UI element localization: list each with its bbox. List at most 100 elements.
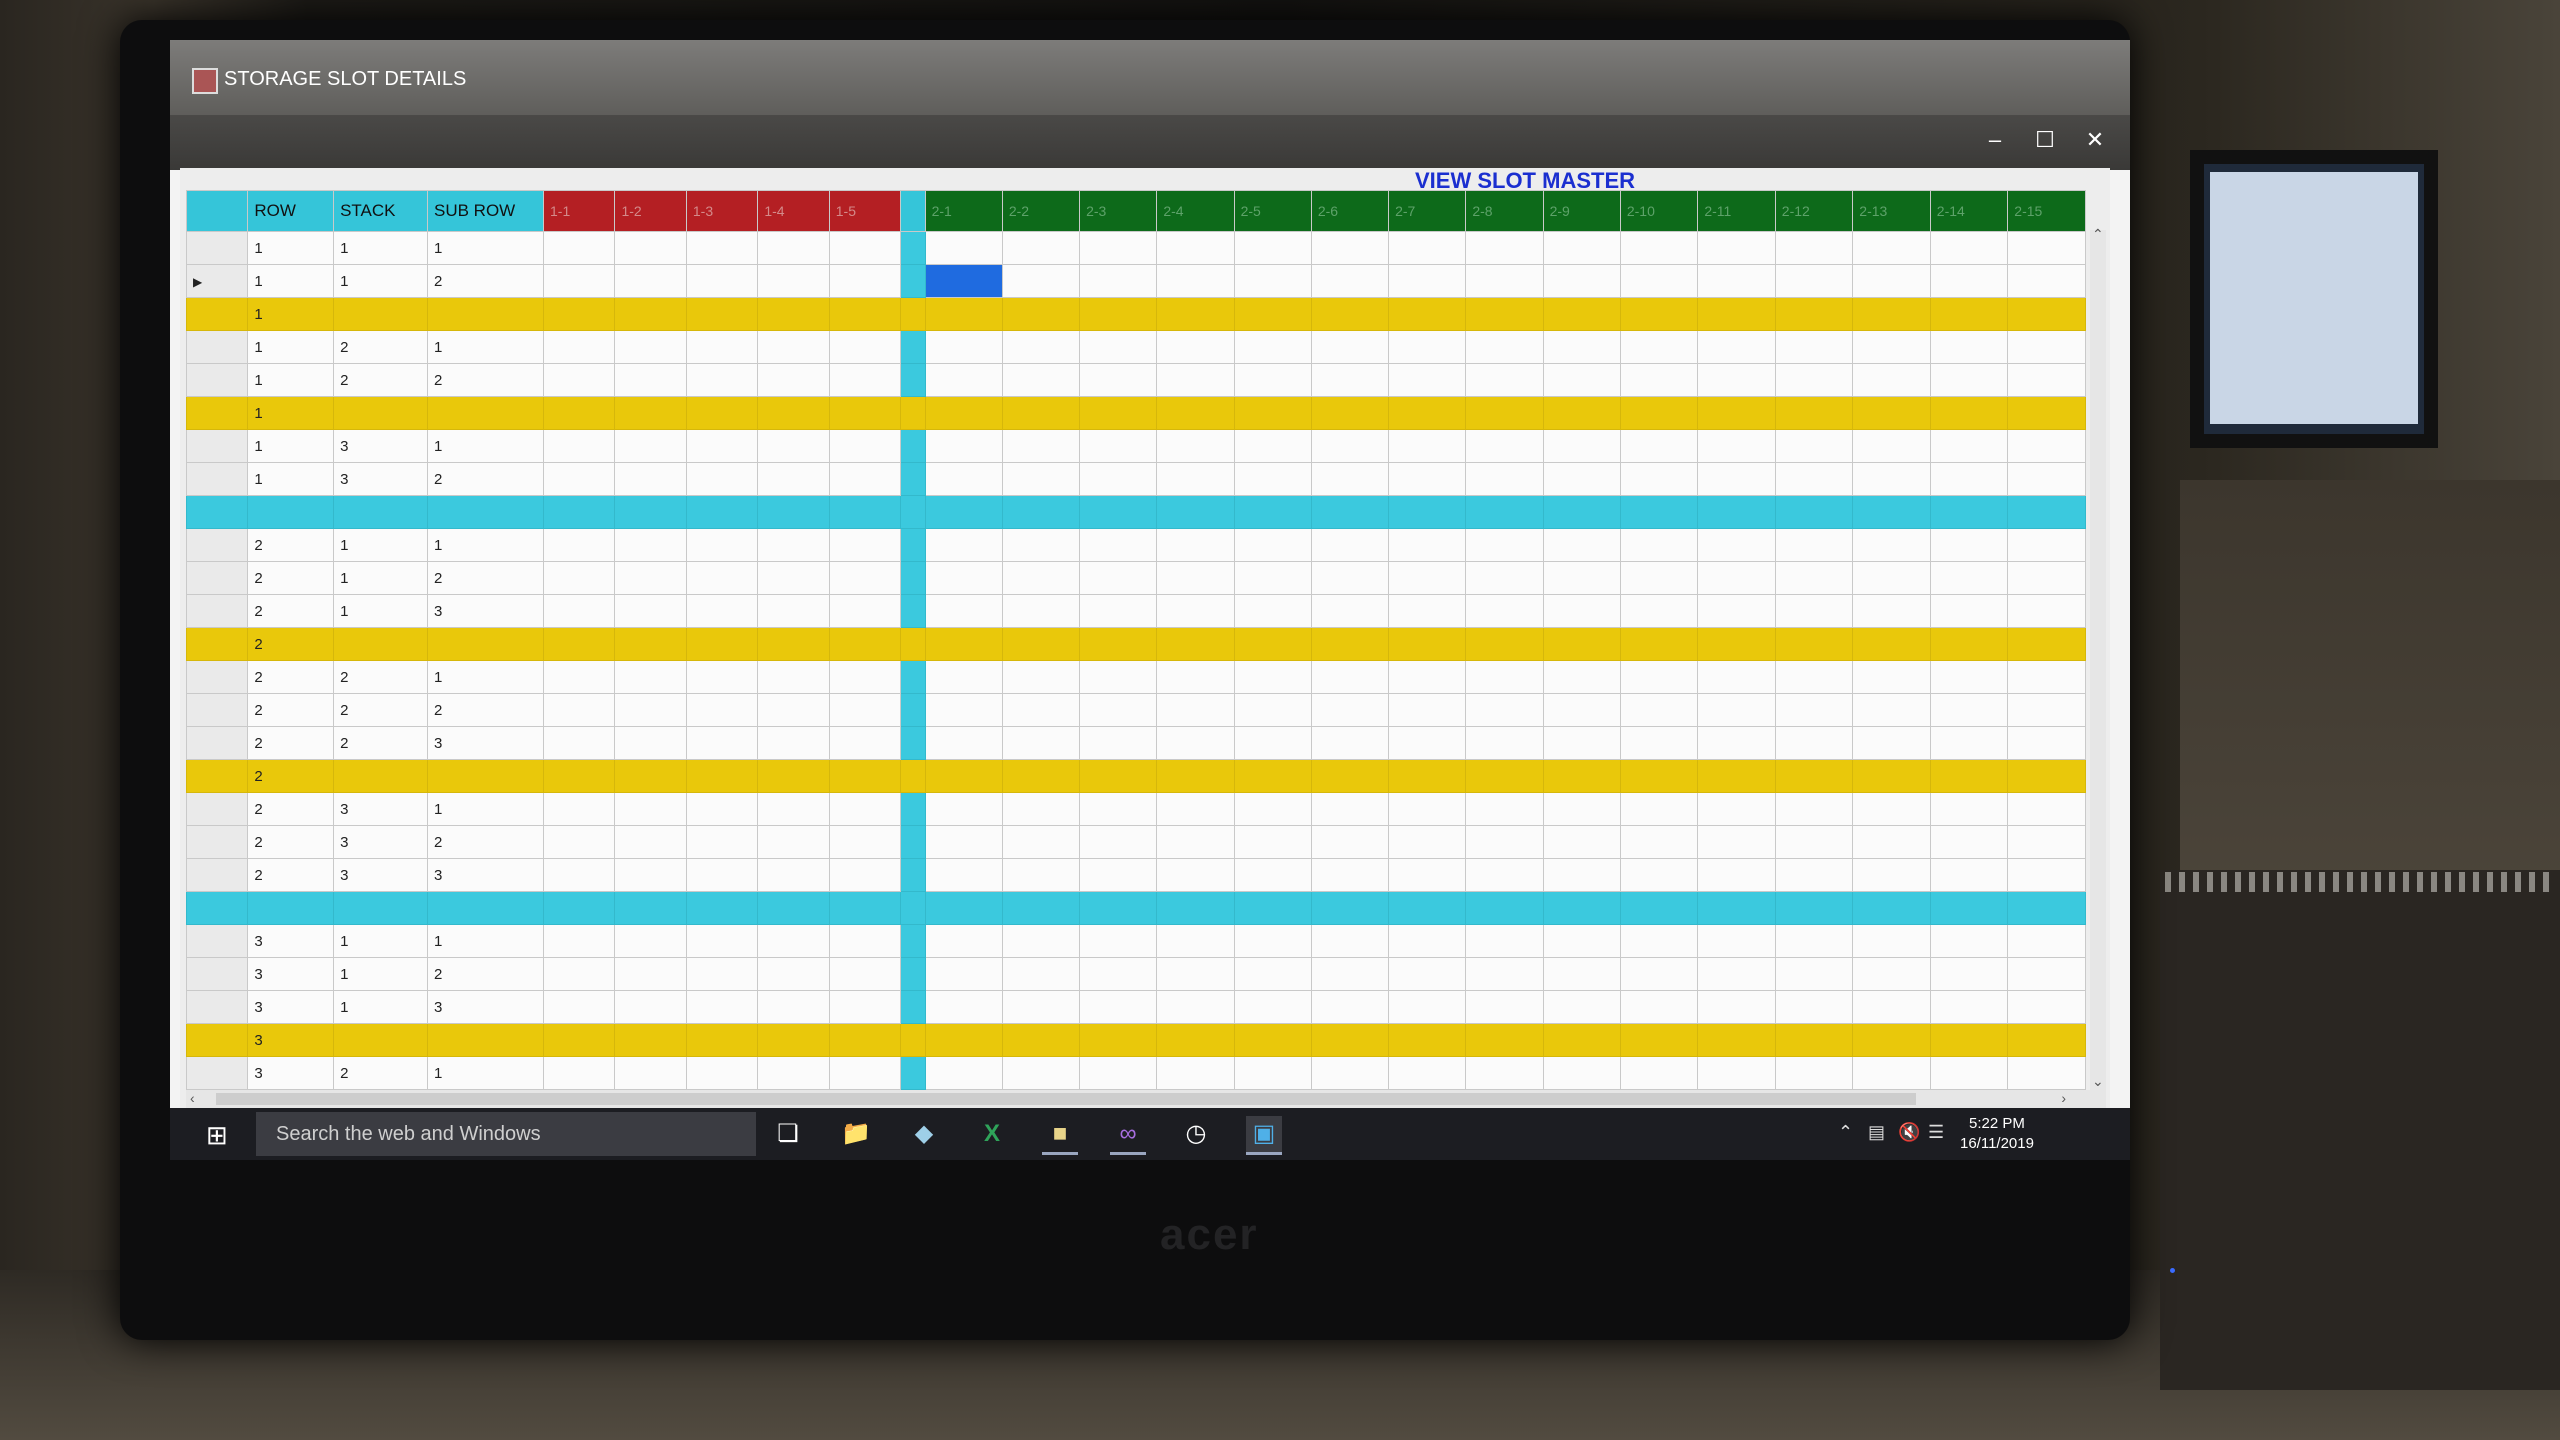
slot-cell[interactable]: [1388, 462, 1467, 496]
table-cell[interactable]: 3: [247, 957, 335, 991]
table-row[interactable]: [186, 495, 2086, 529]
table-cell[interactable]: [426, 1023, 545, 1057]
slot-cell[interactable]: [924, 924, 1003, 958]
slot-cell[interactable]: [1233, 594, 1312, 628]
table-cell[interactable]: 3: [333, 429, 428, 463]
horizontal-scrollbar[interactable]: ‹ ›: [186, 1090, 2106, 1108]
scroll-left-icon[interactable]: ‹: [190, 1090, 195, 1106]
row-selector[interactable]: [186, 693, 249, 727]
separator-cell[interactable]: [900, 495, 926, 529]
row-selector[interactable]: [186, 660, 249, 694]
row-selector[interactable]: [186, 891, 249, 925]
slot-cell[interactable]: [1079, 627, 1158, 661]
scroll-up-icon[interactable]: ⌃: [2092, 226, 2104, 243]
slot-cell[interactable]: [1542, 495, 1621, 529]
slot-cell[interactable]: [828, 891, 902, 925]
slot-cell[interactable]: [1310, 396, 1390, 430]
active-app-icon[interactable]: ▣: [1246, 1116, 1282, 1155]
slot-cell[interactable]: [1388, 396, 1467, 430]
slot-cell[interactable]: [1852, 858, 1931, 892]
slot-cell[interactable]: [1542, 627, 1621, 661]
slot-cell[interactable]: [924, 264, 1003, 298]
slot-cell[interactable]: [1774, 297, 1854, 331]
separator-cell[interactable]: [900, 231, 926, 265]
slot-cell[interactable]: [1697, 528, 1776, 562]
slot-cell[interactable]: [614, 660, 687, 694]
slot-cell[interactable]: [1233, 792, 1312, 826]
close-button[interactable]: ✕: [2070, 120, 2120, 160]
slot-cell[interactable]: [1079, 330, 1158, 364]
separator-cell[interactable]: [900, 594, 926, 628]
slot-cell[interactable]: [1233, 231, 1312, 265]
slot-cell[interactable]: [1233, 561, 1312, 595]
table-cell[interactable]: 2: [247, 759, 335, 793]
slot-cell[interactable]: [685, 330, 759, 364]
slot-cell[interactable]: [1619, 330, 1699, 364]
slot-cell[interactable]: [1619, 528, 1699, 562]
slot-cell[interactable]: [1852, 627, 1931, 661]
slot-cell[interactable]: [1542, 792, 1621, 826]
row-selector[interactable]: [186, 396, 249, 430]
slot-cell[interactable]: [1929, 396, 2009, 430]
table-cell[interactable]: 3: [333, 825, 428, 859]
slot-cell[interactable]: [542, 1023, 616, 1057]
slot-cell[interactable]: [1079, 825, 1158, 859]
slot-cell[interactable]: [614, 528, 687, 562]
slot-cell[interactable]: [2007, 330, 2086, 364]
table-cell[interactable]: 1: [247, 231, 335, 265]
slot-cell[interactable]: [1542, 759, 1621, 793]
slot-cell[interactable]: [1156, 858, 1235, 892]
slot-cell[interactable]: [1774, 594, 1854, 628]
slot-cell[interactable]: [1852, 957, 1931, 991]
table-cell[interactable]: 2: [247, 660, 335, 694]
table-cell[interactable]: 1: [333, 924, 428, 958]
slot-cell[interactable]: [542, 858, 616, 892]
slot-cell[interactable]: [1388, 1056, 1467, 1090]
slot-cell[interactable]: [685, 726, 759, 760]
separator-cell[interactable]: [900, 297, 926, 331]
slot-cell[interactable]: [614, 891, 687, 925]
table-cell[interactable]: 3: [426, 858, 545, 892]
slot-cell[interactable]: [1697, 924, 1776, 958]
slot-cell[interactable]: [1619, 924, 1699, 958]
slot-cell[interactable]: [1697, 429, 1776, 463]
slot-cell[interactable]: [1156, 891, 1235, 925]
slot-cell[interactable]: [924, 528, 1003, 562]
slot-cell[interactable]: [924, 1056, 1003, 1090]
slot-cell[interactable]: [1774, 462, 1854, 496]
row-selector[interactable]: [186, 594, 249, 628]
separator-cell[interactable]: [900, 1056, 926, 1090]
slot-cell[interactable]: [1156, 1056, 1235, 1090]
slot-cell[interactable]: [1156, 726, 1235, 760]
table-cell[interactable]: 3: [247, 924, 335, 958]
slot-cell[interactable]: [542, 759, 616, 793]
slot-cell[interactable]: [1233, 429, 1312, 463]
separator-cell[interactable]: [900, 759, 926, 793]
slot-cell[interactable]: [2007, 495, 2086, 529]
table-row[interactable]: 132: [186, 462, 2086, 496]
slot-cell[interactable]: [1310, 297, 1390, 331]
slot-cell[interactable]: [1156, 561, 1235, 595]
separator-cell[interactable]: [900, 330, 926, 364]
slot-cell[interactable]: [1079, 495, 1158, 529]
task-view-icon[interactable]: ❏: [770, 1116, 806, 1152]
slot-cell[interactable]: [1001, 231, 1081, 265]
slot-cell[interactable]: [1079, 924, 1158, 958]
table-cell[interactable]: 3: [247, 990, 335, 1024]
slot-cell[interactable]: [1774, 726, 1854, 760]
slot-cell[interactable]: [924, 429, 1003, 463]
table-cell[interactable]: 3: [426, 990, 545, 1024]
slot-cell[interactable]: [1542, 825, 1621, 859]
slot-cell[interactable]: [614, 330, 687, 364]
table-cell[interactable]: 1: [247, 363, 335, 397]
slot-cell[interactable]: [828, 858, 902, 892]
row-selector[interactable]: [186, 759, 249, 793]
table-cell[interactable]: 1: [333, 264, 428, 298]
window-titlebar[interactable]: STORAGE SLOT DETAILS: [170, 40, 2130, 115]
row-selector[interactable]: [186, 528, 249, 562]
slot-cell[interactable]: [1156, 330, 1235, 364]
slot-cell[interactable]: [924, 561, 1003, 595]
table-cell[interactable]: 1: [247, 297, 335, 331]
slot-cell[interactable]: [1079, 231, 1158, 265]
slot-cell[interactable]: [1929, 693, 2009, 727]
